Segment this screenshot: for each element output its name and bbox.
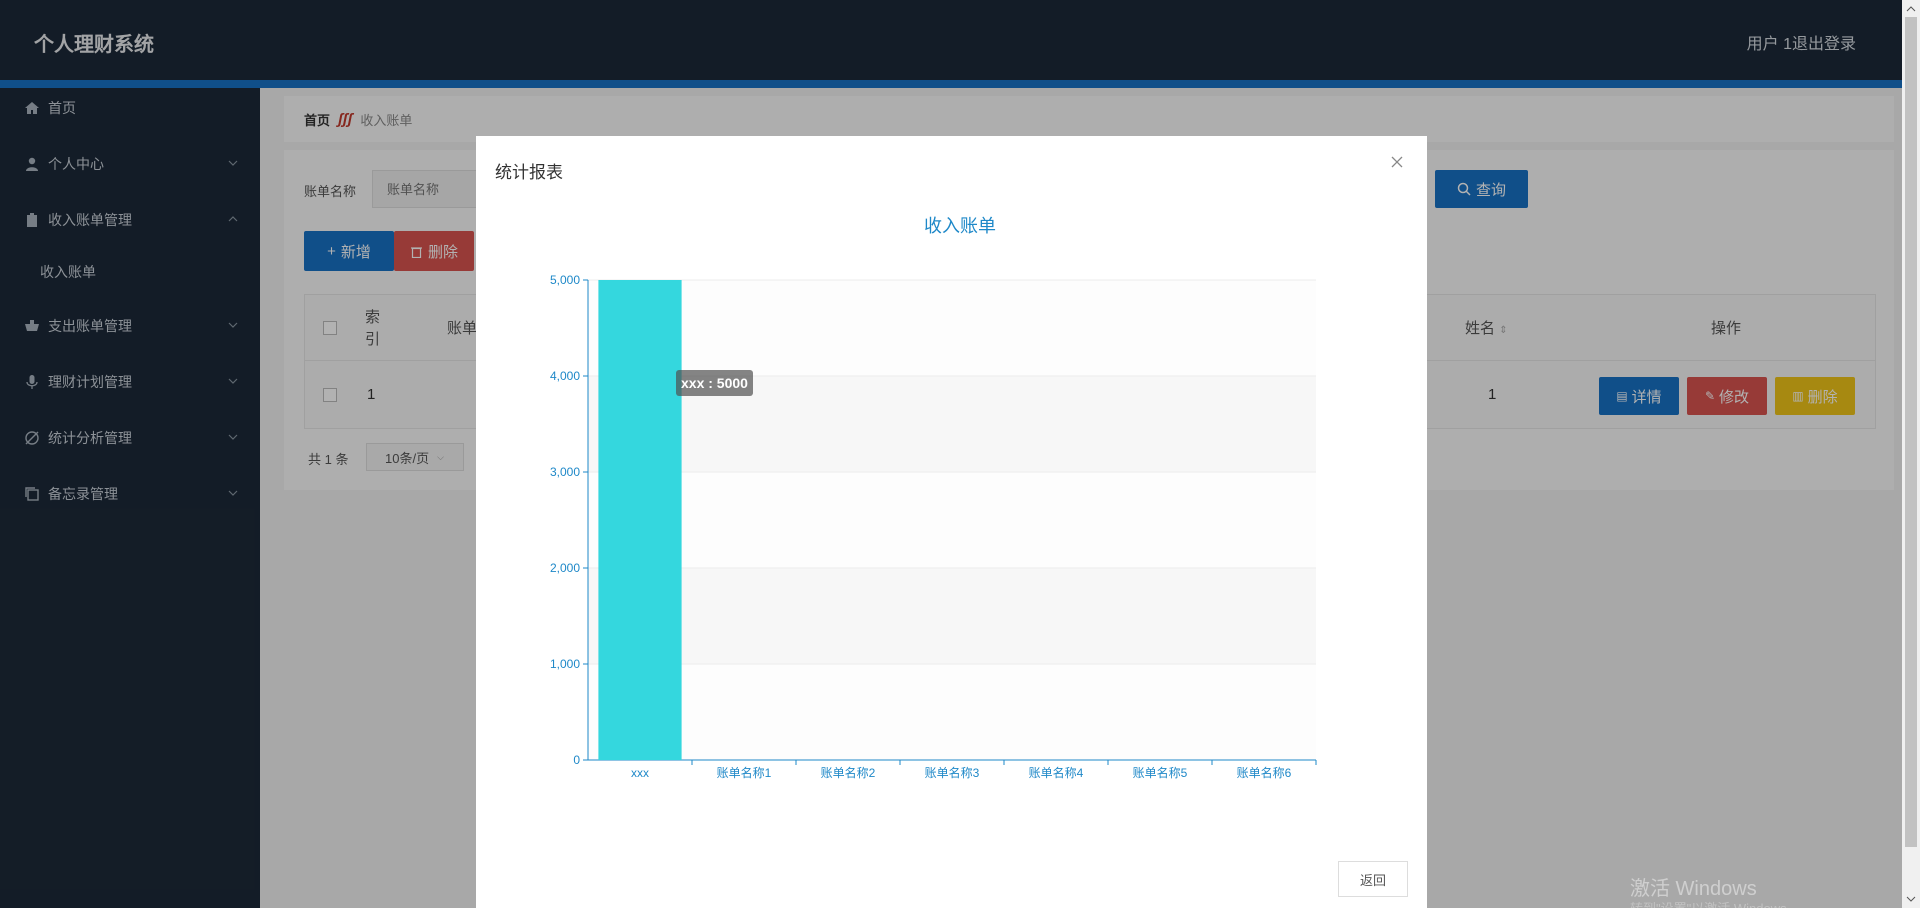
page-scrollbar[interactable] [1902,0,1920,908]
chart-tooltip: xxx : 5000 [676,370,753,396]
chart-band [588,280,1316,376]
bar [598,280,682,760]
x-tick-label: 账单名称6 [1237,765,1292,780]
scroll-down-icon[interactable] [1906,894,1916,904]
chart-band [588,472,1316,568]
scroll-thumb[interactable] [1905,17,1917,847]
chart-band [588,664,1316,760]
x-tick-label: 账单名称2 [821,765,876,780]
activation-watermark: 激活 Windows [1630,878,1757,900]
close-icon[interactable] [1389,154,1405,170]
chart-title: 收入账单 [924,216,996,236]
scroll-up-icon[interactable] [1906,4,1916,14]
activation-watermark-sub: 转到"设置"以激活 Windows。 [1630,898,1800,908]
return-button[interactable]: 返回 [1338,861,1408,897]
chart-band [588,568,1316,664]
y-tick-label: 1,000 [550,657,580,671]
y-tick-label: 3,000 [550,465,580,479]
x-tick-label: 账单名称3 [925,765,980,780]
x-tick-label: 账单名称1 [717,765,772,780]
x-tick-label: xxx [631,766,649,780]
y-tick-label: 2,000 [550,561,580,575]
y-tick-label: 0 [573,753,580,767]
y-tick-label: 5,000 [550,273,580,287]
income-bar-chart: 收入账单 0 1,000 2,000 3,000 4,000 5,000 xxx 账单名称1 账单… [550,216,1317,780]
y-tick-label: 4,000 [550,369,580,383]
stats-report-modal: 统计报表 收入账单 0 1,000 2,000 3,000 4,000 5,000 xxx 账单… [476,136,1427,908]
x-tick-label: 账单名称5 [1133,765,1188,780]
x-tick-label: 账单名称4 [1029,765,1084,780]
